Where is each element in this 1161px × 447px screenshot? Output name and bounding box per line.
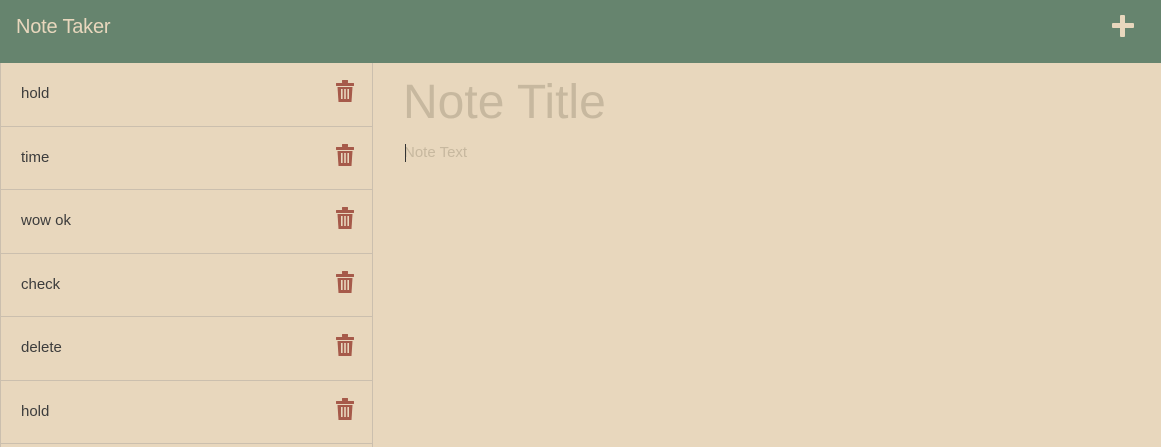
plus-icon-vertical [1120, 15, 1125, 37]
note-title-label: time [21, 148, 50, 166]
list-item[interactable]: hold [1, 63, 372, 127]
note-title-label: hold [21, 402, 50, 420]
note-title-label: delete [21, 339, 62, 356]
brand-title[interactable]: Note Taker [16, 16, 111, 38]
note-title-label: hold [21, 85, 50, 102]
list-item[interactable]: wow ok [1, 190, 372, 254]
list-item[interactable]: delete [1, 317, 372, 381]
trash-icon[interactable] [336, 397, 354, 420]
list-item[interactable]: hold [1, 381, 372, 444]
list-item[interactable]: time [1, 127, 372, 190]
note-title-label: wow ok [21, 212, 72, 229]
note-title-input[interactable] [403, 73, 1123, 133]
text-cursor [405, 144, 406, 162]
trash-icon[interactable] [336, 334, 354, 356]
note-editor [373, 63, 1161, 447]
note-title-label: check [21, 275, 61, 293]
trash-icon[interactable] [336, 270, 354, 293]
navbar: Note Taker [0, 0, 1161, 63]
trash-icon[interactable] [336, 207, 354, 229]
note-list: hold time wow ok check delete hold [1, 63, 372, 444]
trash-icon[interactable] [336, 143, 354, 166]
note-text-textarea[interactable] [404, 143, 1124, 423]
list-item[interactable]: check [1, 254, 372, 317]
new-note-plus-icon[interactable] [1110, 13, 1136, 39]
trash-icon[interactable] [336, 80, 354, 102]
notes-sidebar: hold time wow ok check delete hold [0, 63, 373, 447]
